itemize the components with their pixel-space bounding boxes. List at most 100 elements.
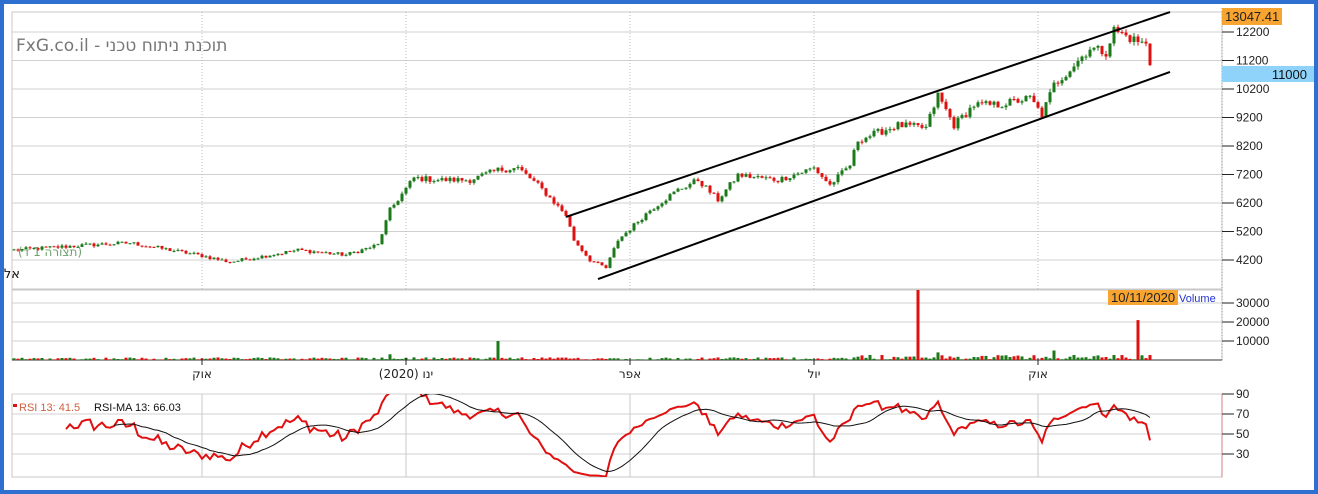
volume-bar <box>1004 355 1008 360</box>
channel-upper-line[interactable] <box>565 11 1171 218</box>
candle-up <box>172 250 176 252</box>
volume-bar <box>1116 358 1120 360</box>
candle-up <box>752 176 756 178</box>
candle-down <box>524 170 528 174</box>
price-tick-label: 11200 <box>1236 54 1269 68</box>
volume-bar <box>72 358 76 360</box>
price-tick-label: 4200 <box>1236 253 1263 267</box>
candle-down <box>196 252 200 255</box>
volume-bar <box>612 358 616 360</box>
volume-bar <box>24 359 28 360</box>
candle-up <box>408 181 412 188</box>
time-tick-label: אוק <box>192 367 212 381</box>
candle-down <box>308 250 312 254</box>
candle-up <box>368 247 372 249</box>
candle-down <box>280 253 284 255</box>
candle-up <box>672 191 676 195</box>
volume-bar <box>1000 355 1004 360</box>
candle-down <box>184 250 188 254</box>
volume-bar <box>492 357 496 360</box>
volume-bar <box>1080 357 1084 360</box>
volume-bar <box>320 357 324 360</box>
volume-bar <box>172 358 176 360</box>
candle-up <box>800 172 804 174</box>
candle-up <box>632 223 636 231</box>
volume-bar <box>948 356 952 360</box>
candle-down <box>696 179 700 182</box>
candle-up <box>176 249 180 251</box>
volume-bar <box>36 358 40 360</box>
volume-bar <box>1060 359 1064 360</box>
candle-down <box>592 261 596 263</box>
candle-up <box>676 188 680 192</box>
candle-up <box>388 207 392 221</box>
volume-bar <box>960 359 964 360</box>
volume-bar <box>220 358 224 360</box>
candle-up <box>904 122 908 128</box>
volume-bar <box>1012 356 1016 360</box>
candle-down <box>716 193 720 202</box>
volume-bar <box>208 358 212 360</box>
candle-up <box>132 242 136 244</box>
candle-up <box>116 241 120 245</box>
candle-down <box>340 252 344 256</box>
volume-bar <box>688 358 692 360</box>
date-tag-text: 10/11/2020 <box>1111 290 1175 305</box>
volume-bar <box>592 359 596 360</box>
candle-down <box>600 262 604 266</box>
candle-down <box>944 101 948 110</box>
volume-bar <box>804 358 808 360</box>
candle-down <box>532 178 536 181</box>
candle-down <box>860 141 864 143</box>
volume-bar <box>1044 356 1048 360</box>
volume-bar <box>840 357 844 360</box>
volume-bar <box>244 359 248 360</box>
candle-up <box>188 253 192 255</box>
candle-down <box>264 255 268 258</box>
candle-down <box>104 243 108 245</box>
candle-down <box>460 178 464 181</box>
candle-up <box>1076 60 1080 67</box>
volume-bar <box>424 357 428 360</box>
candle-up <box>1028 95 1032 97</box>
candle-up <box>344 254 348 256</box>
app-title: FxG.co.il - תוכנת ניתוח טכני <box>16 36 227 56</box>
volume-bar <box>228 358 232 360</box>
volume-bar <box>740 358 744 360</box>
candle-up <box>1088 49 1092 57</box>
volume-bar <box>440 358 444 360</box>
candle-up <box>732 181 736 183</box>
candle-up <box>884 130 888 135</box>
candle-down <box>544 188 548 196</box>
volume-bar <box>52 359 56 360</box>
time-tick-label: יול <box>808 367 821 381</box>
volume-bar <box>260 357 264 360</box>
candle-down <box>768 177 772 179</box>
volume-bar <box>456 358 460 360</box>
candle-down <box>1124 32 1128 36</box>
volume-bar <box>444 358 448 360</box>
volume-bar <box>764 357 768 360</box>
candle-down <box>1100 45 1104 55</box>
candle-down <box>1016 99 1020 103</box>
candle-up <box>192 252 196 254</box>
volume-tick-label: 20000 <box>1236 315 1270 329</box>
volume-bar <box>156 359 160 360</box>
volume-bar <box>716 357 720 360</box>
channel-lower-line[interactable] <box>597 70 1171 281</box>
volume-bar <box>20 357 24 360</box>
candle-up <box>856 141 860 150</box>
volume-bar <box>324 358 328 360</box>
candle-down <box>1056 82 1060 84</box>
candle-up <box>616 240 620 249</box>
chart-canvas[interactable]: 12200 11200 10200 9200 8200 7200 6200 5200 4200 3… <box>0 0 1318 494</box>
volume-bar <box>40 357 44 360</box>
volume-bar <box>336 359 340 360</box>
volume-bar <box>180 358 184 360</box>
candle-down <box>1136 36 1140 43</box>
volume-bar <box>196 359 200 360</box>
volume-bar <box>88 358 92 360</box>
candle-up <box>392 204 396 208</box>
candle-up <box>780 176 784 183</box>
volume-bar <box>604 358 608 360</box>
